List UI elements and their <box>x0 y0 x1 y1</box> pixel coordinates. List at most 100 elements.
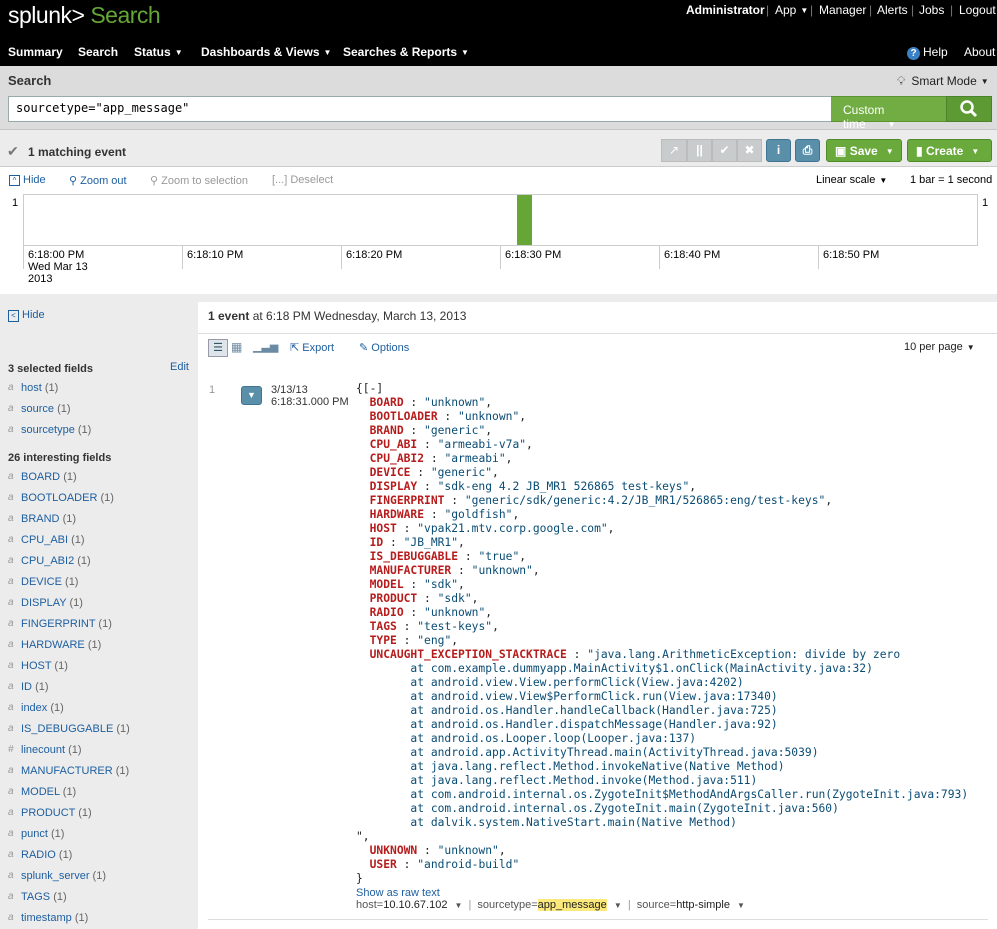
scale-select[interactable]: Linear scale ▼ <box>816 174 887 186</box>
json-key[interactable]: PRODUCT <box>370 592 418 605</box>
finalize-button[interactable]: ✔ <box>712 139 737 162</box>
help-link[interactable]: ? Help <box>907 45 948 60</box>
json-key[interactable]: CPU_ABI <box>370 438 418 451</box>
json-key[interactable]: USER <box>370 858 397 871</box>
interesting-field-item[interactable]: TAGS (1) <box>21 891 67 903</box>
zoom-to-selection-button[interactable]: ⚲ Zoom to selection <box>150 174 248 187</box>
top-link-administrator[interactable]: Administrator <box>686 3 765 17</box>
json-value[interactable]: "vpak21.mtv.corp.google.com" <box>417 522 607 535</box>
search-button[interactable] <box>946 96 992 122</box>
export-button[interactable]: ⇱ Export <box>290 341 334 354</box>
json-key[interactable]: HARDWARE <box>370 508 424 521</box>
nav-status[interactable]: Status ▼ <box>134 45 183 59</box>
json-key[interactable]: ID <box>370 536 384 549</box>
search-input[interactable]: sourcetype="app_message" <box>8 96 831 122</box>
json-value[interactable]: "sdk" <box>424 578 458 591</box>
sidebar-hide-button[interactable]: < Hide <box>8 309 45 322</box>
json-value[interactable]: "JB_MR1" <box>404 536 458 549</box>
json-value[interactable]: "eng" <box>417 634 451 647</box>
json-value[interactable]: "generic" <box>431 466 492 479</box>
interesting-field-item[interactable]: CPU_ABI2 (1) <box>21 555 91 567</box>
job-inspector-button[interactable]: i <box>766 139 791 162</box>
json-key[interactable]: CPU_ABI2 <box>370 452 424 465</box>
json-key[interactable]: DISPLAY <box>370 480 418 493</box>
meta-source[interactable]: source=http-simple ▼ <box>637 899 745 911</box>
json-value[interactable]: "goldfish" <box>444 508 512 521</box>
selected-field-item[interactable]: source (1) <box>21 403 71 415</box>
search-mode-select[interactable]: 💡︎ Smart Mode ▼ <box>897 74 989 89</box>
print-button[interactable]: ⎙ <box>795 139 820 162</box>
pause-button[interactable]: || <box>687 139 712 162</box>
selected-field-item[interactable]: host (1) <box>21 382 58 394</box>
nav-searches-reports[interactable]: Searches & Reports ▼ <box>343 45 469 59</box>
json-key[interactable]: IS_DEBUGGABLE <box>370 550 458 563</box>
json-value[interactable]: "unknown" <box>424 606 485 619</box>
json-value[interactable]: "unknown" <box>458 410 519 423</box>
json-key[interactable]: BRAND <box>370 424 404 437</box>
json-key[interactable]: UNCAUGHT_EXCEPTION_STACKTRACE <box>370 648 567 661</box>
interesting-field-item[interactable]: index (1) <box>21 702 64 714</box>
json-value[interactable]: "armeabi" <box>444 452 505 465</box>
show-raw-text-link[interactable]: Show as raw text <box>356 887 440 899</box>
nav-search[interactable]: Search <box>78 45 118 59</box>
time-range-picker[interactable]: Custom time ▼ <box>831 96 946 131</box>
event-actions-button[interactable]: ▼ <box>241 386 262 405</box>
json-value[interactable]: "java.lang.ArithmeticException: divide b… <box>587 648 900 661</box>
json-key[interactable]: MANUFACTURER <box>370 564 452 577</box>
per-page-select[interactable]: 10 per page ▼ <box>904 341 975 353</box>
top-link-manager[interactable]: Manager <box>819 3 866 17</box>
json-key[interactable]: TAGS <box>370 620 397 633</box>
interesting-field-item[interactable]: IS_DEBUGGABLE (1) <box>21 723 130 735</box>
timeline-chart[interactable] <box>23 194 978 246</box>
options-button[interactable]: ✎ Options <box>359 341 409 354</box>
json-value[interactable]: "armeabi-v7a" <box>438 438 526 451</box>
interesting-field-item[interactable]: MANUFACTURER (1) <box>21 765 129 777</box>
table-view-button[interactable]: ▦ <box>231 340 242 354</box>
meta-sourcetype[interactable]: sourcetype=app_message ▼ <box>477 899 622 911</box>
interesting-field-item[interactable]: linecount (1) <box>21 744 82 756</box>
zoom-out-button[interactable]: ⚲ Zoom out <box>69 174 127 187</box>
json-key[interactable]: HOST <box>370 522 397 535</box>
interesting-field-item[interactable]: punct (1) <box>21 828 64 840</box>
timeline-hide-button[interactable]: ^ Hide <box>9 174 46 186</box>
json-key[interactable]: FINGERPRINT <box>370 494 445 507</box>
nav-dashboards[interactable]: Dashboards & Views ▼ <box>201 45 331 59</box>
interesting-field-item[interactable]: HARDWARE (1) <box>21 639 101 651</box>
list-view-button[interactable]: ☰ <box>208 339 228 357</box>
send-to-background-button[interactable]: ↗ <box>661 139 687 162</box>
interesting-field-item[interactable]: ID (1) <box>21 681 49 693</box>
top-link-alerts[interactable]: Alerts <box>877 3 908 17</box>
json-key[interactable]: UNKNOWN <box>370 844 418 857</box>
json-key[interactable]: DEVICE <box>370 466 411 479</box>
json-key[interactable]: BOARD <box>370 396 404 409</box>
json-value[interactable]: "generic" <box>424 424 485 437</box>
json-key[interactable]: RADIO <box>370 606 404 619</box>
save-button[interactable]: ▣ Save ▼ <box>826 139 902 162</box>
json-key[interactable]: TYPE <box>370 634 397 647</box>
interesting-field-item[interactable]: DISPLAY (1) <box>21 597 83 609</box>
interesting-field-item[interactable]: MODEL (1) <box>21 786 76 798</box>
edit-fields-link[interactable]: Edit <box>170 361 189 373</box>
json-value[interactable]: "sdk-eng 4.2 JB_MR1 526865 test-keys" <box>438 480 690 493</box>
meta-host[interactable]: host=10.10.67.102 ▼ <box>356 899 462 911</box>
json-key[interactable]: BOOTLOADER <box>370 410 438 423</box>
chart-view-button[interactable]: ▁▃▅ <box>253 340 278 353</box>
about-link[interactable]: About <box>964 45 995 59</box>
json-value[interactable]: "android-build" <box>417 858 519 871</box>
splunk-logo[interactable]: splunk> Search <box>8 2 161 29</box>
top-link-logout[interactable]: Logout <box>959 3 996 17</box>
json-value[interactable]: "unknown" <box>424 396 485 409</box>
json-key[interactable]: MODEL <box>370 578 404 591</box>
selected-field-item[interactable]: sourcetype (1) <box>21 424 91 436</box>
interesting-field-item[interactable]: DEVICE (1) <box>21 576 78 588</box>
timeline-bar[interactable] <box>517 195 532 245</box>
interesting-field-item[interactable]: HOST (1) <box>21 660 68 672</box>
interesting-field-item[interactable]: RADIO (1) <box>21 849 72 861</box>
interesting-field-item[interactable]: BOARD (1) <box>21 471 77 483</box>
json-value[interactable]: "true" <box>478 550 519 563</box>
interesting-field-item[interactable]: FINGERPRINT (1) <box>21 618 112 630</box>
interesting-field-item[interactable]: BRAND (1) <box>21 513 76 525</box>
cancel-button[interactable]: ✖ <box>737 139 762 162</box>
deselect-button[interactable]: [...] Deselect <box>272 174 333 186</box>
interesting-field-item[interactable]: splunk_server (1) <box>21 870 106 882</box>
